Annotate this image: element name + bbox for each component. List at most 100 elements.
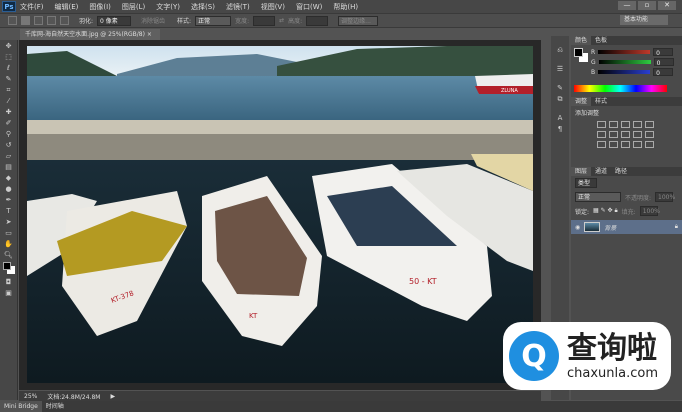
b-input[interactable]: 0: [653, 68, 674, 77]
tab-paths[interactable]: 路径: [611, 167, 631, 176]
menu-filter[interactable]: 滤镜(T): [226, 2, 250, 12]
levels-icon[interactable]: [609, 121, 618, 128]
lasso-tool-icon[interactable]: ℓ: [3, 64, 15, 73]
menu-help[interactable]: 帮助(H): [333, 2, 358, 12]
color-balance-icon[interactable]: [609, 131, 618, 138]
menu-view[interactable]: 视图(V): [261, 2, 285, 12]
photo-filter-icon[interactable]: [633, 131, 642, 138]
tab-swatches[interactable]: 色板: [591, 36, 611, 45]
brush-panel-icon[interactable]: ✎: [554, 84, 566, 93]
move-tool-icon[interactable]: ✥: [3, 42, 15, 51]
exposure-icon[interactable]: [633, 121, 642, 128]
r-slider[interactable]: [598, 50, 651, 54]
properties-panel-icon[interactable]: ☰: [554, 65, 566, 74]
g-input[interactable]: 0: [653, 58, 674, 67]
brightness-icon[interactable]: [597, 121, 606, 128]
screen-mode-icon[interactable]: ▣: [3, 289, 15, 298]
shape-tool-icon[interactable]: ▭: [3, 229, 15, 238]
subtract-selection-icon[interactable]: [47, 16, 56, 25]
blur-tool-icon[interactable]: ◆: [3, 174, 15, 183]
menu-select[interactable]: 选择(S): [191, 2, 215, 12]
restore-button[interactable]: ▫: [638, 1, 656, 10]
antialias-checkbox[interactable]: 消除锯齿: [141, 16, 165, 25]
tab-mini-bridge[interactable]: Mini Bridge: [0, 401, 42, 412]
tab-timeline[interactable]: 时间轴: [42, 401, 68, 412]
zoom-tool-icon[interactable]: 🔍︎: [3, 251, 15, 260]
quick-select-tool-icon[interactable]: ✎: [3, 75, 15, 84]
menu-image[interactable]: 图像(I): [89, 2, 111, 12]
new-selection-icon[interactable]: [21, 16, 30, 25]
menu-edit[interactable]: 编辑(E): [55, 2, 79, 12]
menu-layer[interactable]: 图层(L): [122, 2, 145, 12]
close-button[interactable]: ✕: [658, 1, 676, 10]
layer-row-background[interactable]: ◉ 背景 🔒︎: [571, 220, 682, 234]
posterize-icon[interactable]: [609, 141, 618, 148]
zoom-level[interactable]: 25%: [24, 393, 37, 400]
swap-icon[interactable]: ⇄: [279, 17, 284, 24]
document-image[interactable]: ZLUNA KT-378 KT 50 - KT: [27, 46, 533, 383]
hand-tool-icon[interactable]: ✋: [3, 240, 15, 249]
tab-color[interactable]: 颜色: [571, 36, 592, 45]
crop-tool-icon[interactable]: ⌗: [3, 86, 15, 95]
blend-mode-select[interactable]: 正常: [575, 192, 621, 202]
gradient-tool-icon[interactable]: ▤: [3, 163, 15, 172]
height-input[interactable]: [306, 15, 329, 26]
history-panel-icon[interactable]: ⎌: [554, 46, 566, 55]
path-select-tool-icon[interactable]: ➤: [3, 218, 15, 227]
width-input[interactable]: [253, 15, 276, 26]
foreground-color[interactable]: [574, 48, 583, 57]
add-selection-icon[interactable]: [34, 16, 43, 25]
b-slider[interactable]: [598, 70, 651, 74]
watermark-brand: 查询啦: [567, 330, 657, 366]
vibrance-icon[interactable]: [645, 121, 654, 128]
gradient-map-icon[interactable]: [633, 141, 642, 148]
quick-mask-icon[interactable]: ◘: [3, 278, 15, 287]
marquee-preset-icon[interactable]: [8, 16, 17, 25]
menu-type[interactable]: 文字(Y): [156, 2, 180, 12]
marquee-tool-icon[interactable]: ⬚: [3, 53, 15, 62]
tab-layers[interactable]: 图层: [571, 167, 592, 176]
bw-icon[interactable]: [621, 131, 630, 138]
document-tab[interactable]: 千库网-海自然天空水面.jpg @ 25%(RGB/8) ×: [20, 29, 160, 40]
menu-file[interactable]: 文件(F): [20, 2, 44, 12]
color-swatches[interactable]: [2, 262, 15, 276]
paragraph-panel-icon[interactable]: ¶: [554, 125, 566, 134]
hue-icon[interactable]: [597, 131, 606, 138]
layer-name[interactable]: 背景: [604, 223, 616, 232]
g-slider[interactable]: [598, 60, 651, 64]
threshold-icon[interactable]: [621, 141, 630, 148]
visibility-eye-icon[interactable]: ◉: [575, 224, 580, 231]
style-select[interactable]: 正常: [195, 15, 232, 26]
brush-tool-icon[interactable]: ✐: [3, 119, 15, 128]
layer-kind-select[interactable]: 类型: [575, 178, 597, 188]
healing-tool-icon[interactable]: ✚: [3, 108, 15, 117]
channel-mixer-icon[interactable]: [645, 131, 654, 138]
lock-icons[interactable]: ▦ ✎ ✥ 🔒︎: [593, 207, 618, 215]
eyedropper-tool-icon[interactable]: ⁄: [3, 97, 15, 106]
r-input[interactable]: 0: [653, 48, 674, 57]
intersect-selection-icon[interactable]: [60, 16, 69, 25]
status-menu-arrow-icon[interactable]: ▶: [110, 393, 115, 400]
invert-icon[interactable]: [597, 141, 606, 148]
refine-edge-button[interactable]: 调整边缘...: [338, 15, 379, 26]
tab-channels[interactable]: 通道: [591, 167, 611, 176]
type-tool-icon[interactable]: T: [3, 207, 15, 216]
tab-styles[interactable]: 样式: [591, 97, 611, 106]
history-brush-tool-icon[interactable]: ↺: [3, 141, 15, 150]
feather-input[interactable]: 0 像素: [97, 15, 132, 26]
menu-window[interactable]: 窗口(W): [296, 2, 322, 12]
character-panel-icon[interactable]: A: [554, 114, 566, 123]
stamp-tool-icon[interactable]: ⚲: [3, 130, 15, 139]
tab-adjustments[interactable]: 调整: [571, 97, 592, 106]
fill-input[interactable]: 100%: [639, 206, 660, 216]
eraser-tool-icon[interactable]: ▱: [3, 152, 15, 161]
pen-tool-icon[interactable]: ✒: [3, 196, 15, 205]
workspace-select[interactable]: 基本功能: [620, 15, 668, 25]
curves-icon[interactable]: [621, 121, 630, 128]
clone-source-icon[interactable]: ⧉: [554, 95, 566, 104]
color-spectrum[interactable]: [574, 85, 667, 92]
minimize-button[interactable]: —: [618, 1, 636, 10]
dodge-tool-icon[interactable]: ●: [3, 185, 15, 194]
opacity-input[interactable]: 100%: [655, 192, 675, 202]
selective-color-icon[interactable]: [645, 141, 654, 148]
